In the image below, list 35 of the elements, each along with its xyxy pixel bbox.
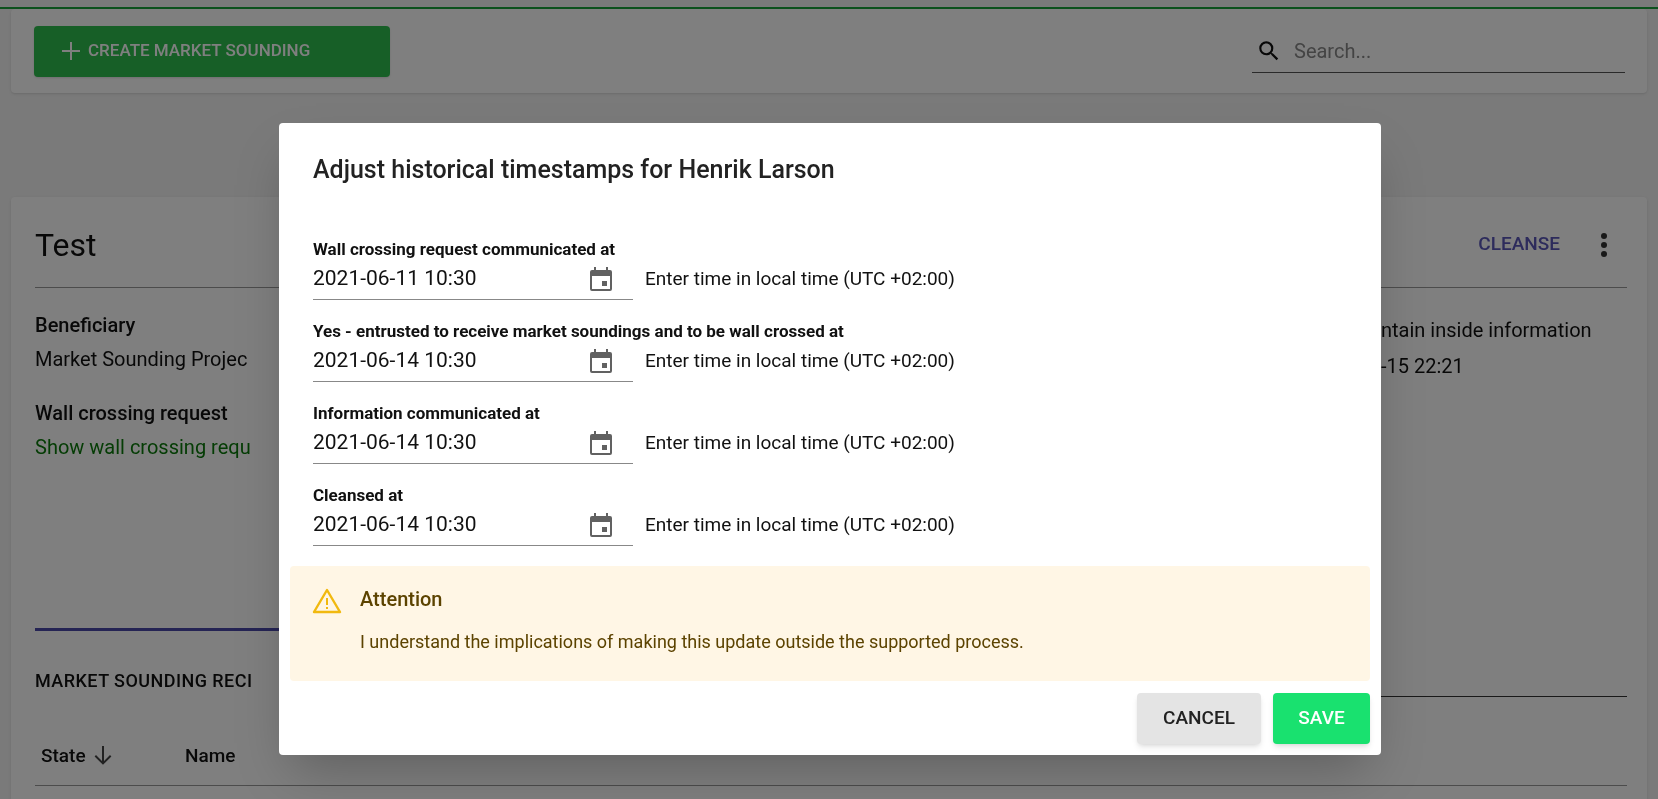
- calendar-icon[interactable]: [589, 266, 613, 292]
- date-field[interactable]: 2021-06-14 10:30: [313, 345, 563, 377]
- dialog-title: Adjust historical timestamps for Henrik Larson: [312, 154, 836, 186]
- more-options-icon[interactable]: [1600, 231, 1608, 258]
- field-label: Information communicated at: [313, 401, 541, 424]
- field-text: ntain inside information: [1381, 317, 1593, 344]
- calendar-icon[interactable]: [589, 430, 613, 456]
- plus-icon: [62, 42, 80, 60]
- section-title: MARKET SOUNDING RECI: [35, 669, 254, 693]
- field-value: Market Sounding Projec: [35, 346, 249, 373]
- field-label: Yes - entrusted to receive market soundings and to be wall crossed at: [313, 319, 845, 342]
- field-hint: Enter time in local time (UTC +02:00): [645, 512, 955, 539]
- column-header[interactable]: State: [41, 742, 86, 771]
- field-hint: Enter time in local time (UTC +02:00): [645, 348, 955, 375]
- calendar-icon[interactable]: [589, 348, 613, 374]
- warning-icon: [312, 587, 342, 614]
- column-header[interactable]: Name: [185, 742, 236, 771]
- field-label: Beneficiary: [35, 312, 137, 339]
- cleanse-button[interactable]: CLEANSE: [1478, 230, 1560, 259]
- field-hint: Enter time in local time (UTC +02:00): [645, 266, 955, 293]
- field-label: Wall crossing request: [35, 400, 229, 427]
- calendar-icon[interactable]: [589, 512, 613, 538]
- card-title: Test: [35, 224, 97, 266]
- field-label: Cleansed at: [313, 483, 404, 506]
- field-hint: Enter time in local time (UTC +02:00): [645, 430, 955, 457]
- alert-title: Attention: [360, 585, 444, 613]
- date-field[interactable]: 2021-06-14 10:30: [313, 509, 563, 541]
- date-field[interactable]: 2021-06-14 10:30: [313, 427, 563, 459]
- search-field[interactable]: Search...: [1294, 35, 1594, 66]
- field-text: -15 22:21: [1381, 353, 1465, 380]
- arrow-down-icon[interactable]: [93, 746, 112, 767]
- date-field[interactable]: 2021-06-11 10:30: [313, 263, 563, 295]
- field-label: Wall crossing request communicated at: [313, 237, 616, 260]
- cancel-button[interactable]: CANCEL: [1137, 692, 1261, 744]
- alert-message: I understand the implications of making this update outside the supported process.: [360, 629, 1024, 654]
